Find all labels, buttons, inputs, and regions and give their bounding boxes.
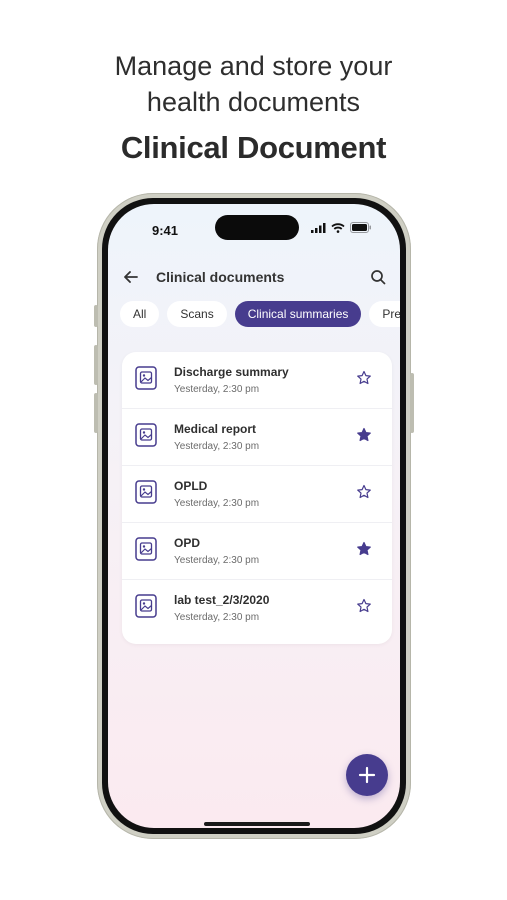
star-outline-icon[interactable] (356, 484, 372, 500)
chip-all[interactable]: All (120, 301, 160, 327)
document-name: lab test_2/3/2020 (174, 593, 270, 607)
page-title: Clinical documents (156, 269, 285, 285)
list-item[interactable]: Medical report Yesterday, 2:30 pm (122, 409, 392, 466)
promo-title: Clinical Document (120, 130, 387, 165)
promo-headline-line-2: health documents (146, 87, 361, 117)
star-outline-icon[interactable] (356, 370, 372, 386)
phone-volume-down-button (94, 393, 98, 433)
filter-chips: All Scans Clinical summaries Pres (120, 301, 400, 327)
add-document-button[interactable] (346, 754, 388, 796)
image-document-icon (135, 480, 157, 504)
chip-prescriptions[interactable]: Pres (369, 301, 400, 327)
signal-icon (311, 222, 326, 233)
arrow-left-icon[interactable] (122, 268, 140, 286)
list-item[interactable]: OPD Yesterday, 2:30 pm (122, 523, 392, 580)
document-name: Discharge summary (174, 365, 289, 379)
dynamic-island (215, 215, 299, 240)
promo-headline-line-1: Manage and store your (114, 51, 393, 81)
document-name: Medical report (174, 422, 257, 436)
phone-volume-up-button (94, 345, 98, 385)
image-document-icon (135, 537, 157, 561)
document-timestamp: Yesterday, 2:30 pm (174, 384, 260, 395)
chip-clinical-summaries[interactable]: Clinical summaries (234, 301, 362, 327)
document-timestamp: Yesterday, 2:30 pm (174, 441, 260, 452)
star-outline-icon[interactable] (356, 598, 372, 614)
list-item[interactable]: OPLD Yesterday, 2:30 pm (122, 466, 392, 523)
list-item[interactable]: Discharge summary Yesterday, 2:30 pm (122, 352, 392, 409)
app-header: Clinical documents (108, 262, 400, 292)
star-filled-icon[interactable] (356, 541, 372, 557)
battery-icon (350, 222, 371, 233)
search-icon[interactable] (370, 269, 386, 285)
list-item[interactable]: lab test_2/3/2020 Yesterday, 2:30 pm (122, 580, 392, 636)
image-document-icon (135, 594, 157, 618)
status-bar-time: 9:41 (152, 223, 179, 238)
phone-screen: 9:41 Clinical documents All Scans Clinic… (108, 204, 400, 828)
plus-icon (358, 766, 376, 784)
promo-headline: Manage and store your health documents (0, 48, 507, 120)
image-document-icon (135, 423, 157, 447)
phone-power-button (410, 373, 414, 433)
phone-frame: 9:41 Clinical documents All Scans Clinic… (94, 193, 414, 839)
document-name: OPLD (174, 479, 208, 493)
status-bar-icons (311, 222, 372, 233)
home-indicator[interactable] (204, 822, 310, 826)
documents-list: Discharge summary Yesterday, 2:30 pm Med… (122, 352, 392, 644)
document-timestamp: Yesterday, 2:30 pm (174, 498, 260, 509)
star-filled-icon[interactable] (356, 427, 372, 443)
document-timestamp: Yesterday, 2:30 pm (174, 555, 260, 566)
phone-mute-switch (94, 305, 98, 327)
wifi-icon (331, 222, 345, 233)
phone-bezel: 9:41 Clinical documents All Scans Clinic… (102, 198, 406, 834)
chip-scans[interactable]: Scans (167, 301, 227, 327)
document-name: OPD (174, 536, 201, 550)
document-timestamp: Yesterday, 2:30 pm (174, 612, 260, 623)
image-document-icon (135, 366, 157, 390)
